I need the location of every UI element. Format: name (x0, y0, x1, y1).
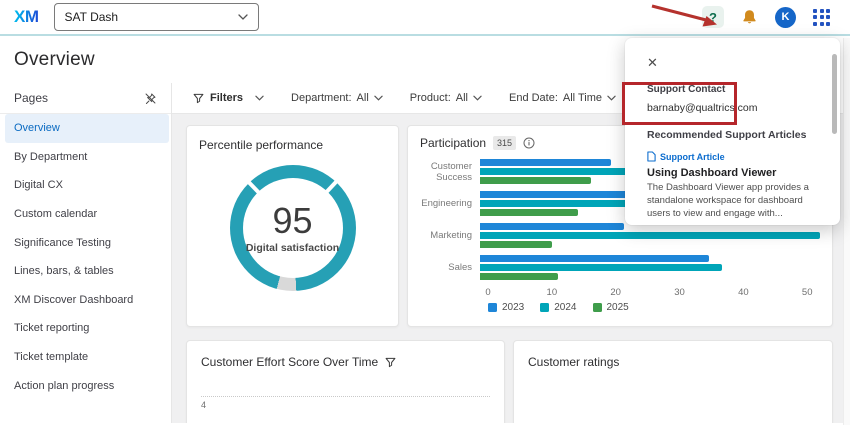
category-label: Sales (420, 262, 480, 273)
bar-2025-customer-success (480, 177, 591, 184)
unpin-icon[interactable] (144, 92, 157, 105)
close-icon[interactable]: ✕ (647, 56, 661, 69)
chart-row-sales: Sales (420, 255, 820, 280)
card-title: Customer ratings (528, 355, 818, 369)
question-mark-icon: ? (709, 10, 717, 25)
app-grid-icon[interactable] (813, 9, 830, 26)
chevron-down-icon (473, 95, 482, 101)
top-bar: XM SAT Dash ? K (0, 0, 850, 36)
recommended-articles-heading: Recommended Support Articles (647, 129, 824, 141)
sidebar-item-lines-bars-tables[interactable]: Lines, bars, & tables (0, 257, 171, 286)
category-label: Customer Success (420, 161, 480, 183)
sidebar-item-ticket-template[interactable]: Ticket template (0, 343, 171, 372)
chevron-down-icon (238, 14, 248, 20)
filter-funnel-icon[interactable] (385, 357, 396, 368)
support-article-tag[interactable]: Support Article (647, 151, 824, 162)
filters-dropdown[interactable]: Filters (193, 92, 264, 104)
x-tick-label: 30 (674, 287, 685, 298)
bar-2024-marketing (480, 232, 820, 239)
legend-item-2023: 2023 (488, 302, 524, 313)
bar-2023-engineering (480, 191, 627, 198)
filter-product[interactable]: Product:All (410, 92, 482, 104)
filter-end-date[interactable]: End Date:All Time (509, 92, 616, 104)
sidebar-item-action-plan-progress[interactable]: Action plan progress (0, 371, 171, 400)
sidebar-item-overview[interactable]: Overview (5, 114, 169, 143)
chevron-down-icon (374, 95, 383, 101)
article-description: The Dashboard Viewer app provides a stan… (647, 182, 824, 220)
legend-swatch (488, 303, 497, 312)
customer-ratings-card: Customer ratings (513, 340, 833, 423)
chevron-down-icon (255, 95, 264, 101)
notifications-button[interactable] (741, 9, 758, 26)
bar-2023-customer-success (480, 159, 611, 166)
gridline (201, 396, 490, 397)
pages-sidebar: Pages OverviewBy DepartmentDigital CXCus… (0, 83, 172, 423)
page-title: Overview (14, 49, 95, 71)
card-title: Customer Effort Score Over Time (201, 355, 378, 369)
bar-2024-customer-success (480, 168, 630, 175)
article-title-link[interactable]: Using Dashboard Viewer (647, 167, 824, 179)
support-popup: ✕ Support Contact barnaby@qualtrics.com … (625, 38, 840, 225)
count-badge: 315 (493, 136, 516, 150)
user-avatar[interactable]: K (775, 7, 796, 28)
chart-row-marketing: Marketing (420, 223, 820, 248)
filters-label: Filters (210, 92, 243, 104)
gauge-value: 95 (272, 203, 312, 239)
sidebar-item-xm-discover-dashboard[interactable]: XM Discover Dashboard (0, 286, 171, 315)
xm-logo: XM (14, 7, 39, 27)
legend-item-2025: 2025 (593, 302, 629, 313)
avatar-initial: K (782, 11, 790, 23)
x-tick-label: 10 (547, 287, 558, 298)
dashboard-selector[interactable]: SAT Dash (54, 3, 259, 31)
bar-2023-sales (480, 255, 709, 262)
card-title: Percentile performance (199, 138, 386, 152)
filter-funnel-icon (193, 93, 204, 104)
filter-department[interactable]: Department:All (291, 92, 383, 104)
page-scrollbar[interactable] (843, 38, 850, 425)
legend-swatch (540, 303, 549, 312)
y-tick-label: 4 (201, 400, 490, 410)
x-tick-label: 0 (485, 287, 490, 298)
bar-2025-marketing (480, 241, 552, 248)
category-label: Engineering (420, 198, 480, 209)
card-title: Participation (420, 136, 486, 150)
dashboard-selector-value: SAT Dash (65, 10, 119, 24)
sidebar-item-digital-cx[interactable]: Digital CX (0, 171, 171, 200)
sidebar-item-by-department[interactable]: By Department (0, 143, 171, 172)
chart-legend: 2023 2024 2025 (488, 302, 820, 313)
sidebar-item-significance-testing[interactable]: Significance Testing (0, 228, 171, 257)
filter-items: Department:All Product:All End Date:All Ti… (291, 92, 616, 104)
gauge-label: Digital satisfaction (246, 242, 339, 254)
info-icon[interactable] (523, 137, 535, 149)
bar-2023-marketing (480, 223, 624, 230)
percentile-performance-card: Percentile performance 95 Digital satisf… (186, 125, 399, 327)
x-tick-label: 50 (802, 287, 813, 298)
document-icon (647, 151, 656, 162)
bar-2025-engineering (480, 209, 578, 216)
support-contact-heading: Support Contact (647, 84, 824, 95)
chevron-down-icon (607, 95, 616, 101)
support-contact-email: barnaby@qualtrics.com (647, 102, 824, 114)
x-axis: 0 10 20 30 40 50 (488, 287, 820, 300)
bell-icon (741, 9, 758, 26)
sidebar-title: Pages (14, 91, 48, 105)
sidebar-item-custom-calendar[interactable]: Custom calendar (0, 200, 171, 229)
x-tick-label: 40 (738, 287, 749, 298)
bar-2024-sales (480, 264, 722, 271)
category-label: Marketing (420, 230, 480, 241)
bar-2025-sales (480, 273, 558, 280)
customer-effort-score-card: Customer Effort Score Over Time 4 (186, 340, 505, 423)
sidebar-item-ticket-reporting[interactable]: Ticket reporting (0, 314, 171, 343)
help-button[interactable]: ? (702, 6, 724, 28)
gauge-chart: 95 Digital satisfaction (230, 165, 356, 291)
legend-item-2024: 2024 (540, 302, 576, 313)
popup-scrollbar-thumb[interactable] (832, 54, 837, 134)
x-tick-label: 20 (610, 287, 621, 298)
legend-swatch (593, 303, 602, 312)
sidebar-list: OverviewBy DepartmentDigital CXCustom ca… (0, 114, 171, 400)
